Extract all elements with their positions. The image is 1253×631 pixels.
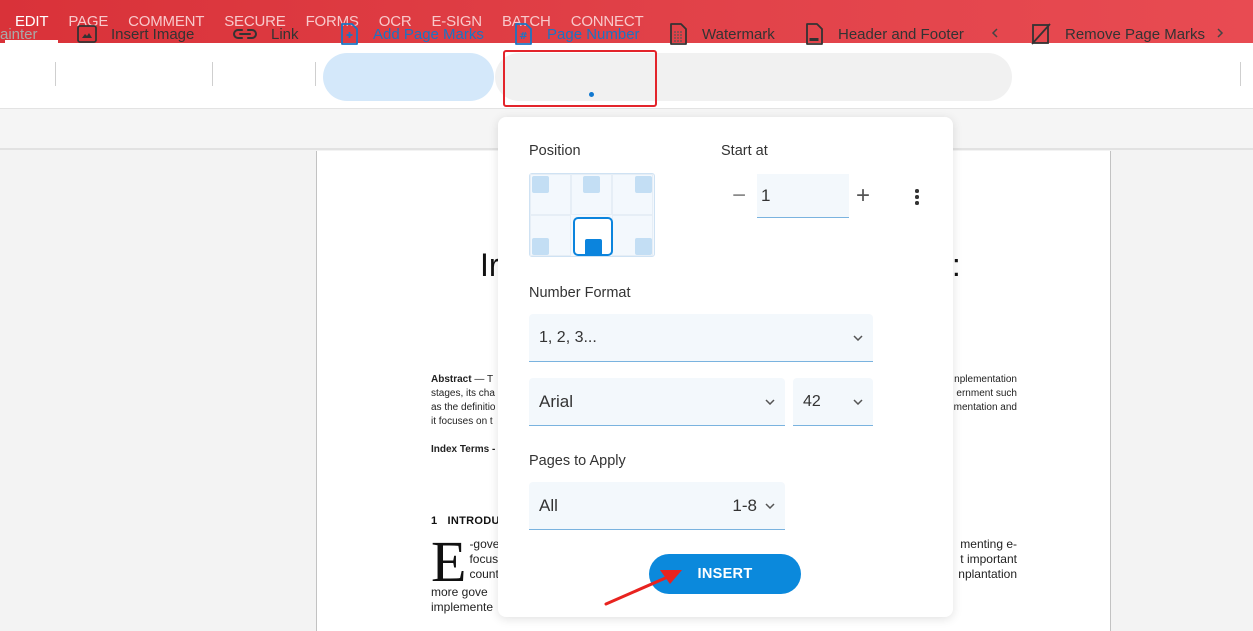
watermark-icon: [667, 23, 689, 45]
format-painter-button[interactable]: ainter: [0, 10, 38, 58]
number-format-label: Number Format: [529, 285, 631, 301]
position-marker: [635, 238, 652, 255]
number-format-value: 1, 2, 3...: [539, 328, 597, 346]
link-label: Link: [271, 25, 299, 43]
number-format-select[interactable]: 1, 2, 3...: [529, 314, 873, 362]
add-page-marks-icon: [338, 23, 360, 45]
position-top-left[interactable]: [530, 174, 571, 215]
page-marks-submenu: [495, 53, 1012, 101]
toolbar-divider: [212, 62, 213, 86]
page-number-icon: #: [512, 23, 534, 45]
svg-text:#: #: [519, 31, 527, 42]
header-footer-button[interactable]: Header and Footer: [803, 10, 964, 58]
index-terms: Index Terms -: [431, 444, 496, 455]
link-icon: [232, 23, 258, 45]
intro-text: nplantation: [958, 567, 1017, 581]
position-marker: [583, 176, 600, 193]
intro-text: -gove: [469, 537, 500, 551]
intro-text: t important: [960, 552, 1017, 566]
toolbar-scroll-right-button[interactable]: [1216, 10, 1224, 58]
header-footer-icon: [803, 23, 825, 45]
abstract-text: stages, its cha: [431, 388, 495, 399]
watermark-label: Watermark: [702, 25, 775, 43]
position-label: Position: [529, 143, 581, 159]
remove-page-marks-label: Remove Page Marks: [1065, 25, 1206, 43]
link-button[interactable]: Link: [232, 10, 299, 58]
position-bottom-right[interactable]: [612, 215, 653, 256]
abstract-text: — T: [474, 374, 494, 385]
chevron-down-icon: [765, 501, 775, 511]
page-number-button[interactable]: # Page Number: [512, 10, 640, 58]
chevron-down-icon: [853, 397, 863, 407]
intro-text: count: [469, 567, 499, 581]
section-title: INTRODU: [447, 515, 500, 527]
abstract-text: as the definitio: [431, 402, 496, 413]
chevron-right-icon: [1216, 26, 1224, 43]
add-page-marks-button[interactable]: Add Page Marks: [338, 10, 484, 58]
position-marker: [532, 238, 549, 255]
abstract-label: Abstract: [431, 374, 472, 385]
chevron-left-icon: [991, 26, 999, 42]
add-page-marks-bg: [323, 53, 494, 101]
active-indicator-dot: [589, 92, 594, 97]
toolbar-divider: [1240, 62, 1241, 86]
document-title-left: Ir: [480, 247, 500, 283]
abstract-text: nplementation: [954, 374, 1017, 385]
font-family-value: Arial: [539, 391, 574, 411]
position-top-right[interactable]: [612, 174, 653, 215]
abstract-text: mentation and: [953, 402, 1017, 413]
font-size-value: 42: [803, 392, 821, 410]
toolbar-divider: [315, 62, 316, 86]
intro-text: focus: [469, 552, 499, 566]
drop-cap: E: [431, 529, 467, 594]
collapse-submenu-button[interactable]: [991, 10, 999, 58]
page-number-popup: Position Start at − + Number Format 1, 2…: [498, 117, 953, 617]
header-footer-label: Header and Footer: [838, 25, 964, 43]
position-top-center[interactable]: [571, 174, 612, 215]
pages-to-apply-select[interactable]: All 1-8: [529, 482, 785, 530]
image-icon: [76, 23, 98, 45]
pages-range: 1-8: [732, 495, 757, 515]
insert-image-button[interactable]: Insert Image: [76, 10, 194, 58]
start-at-label: Start at: [721, 143, 768, 159]
abstract-text: it focuses on t: [431, 416, 493, 427]
add-page-marks-label: Add Page Marks: [373, 25, 484, 43]
more-options-icon[interactable]: [912, 187, 922, 207]
decrement-button[interactable]: −: [732, 184, 746, 208]
position-marker-selected: [585, 239, 602, 254]
insert-image-label: Insert Image: [111, 25, 195, 43]
format-painter-label: ainter: [0, 25, 38, 43]
position-marker: [532, 176, 549, 193]
section-number: 1: [431, 515, 438, 527]
remove-page-marks-button[interactable]: Remove Page Marks: [1030, 10, 1205, 58]
position-marker: [635, 176, 652, 193]
font-size-select[interactable]: 42: [793, 378, 873, 426]
font-family-select[interactable]: Arial: [529, 378, 785, 426]
remove-page-marks-icon: [1030, 23, 1052, 45]
start-at-input[interactable]: [757, 174, 849, 218]
pages-to-apply-label: Pages to Apply: [529, 453, 626, 469]
chevron-down-icon: [765, 397, 775, 407]
increment-button[interactable]: +: [856, 184, 870, 208]
position-bottom-center-selected[interactable]: [573, 217, 613, 256]
position-bottom-left[interactable]: [530, 215, 571, 256]
toolbar-divider: [55, 62, 56, 86]
position-grid: [529, 173, 655, 257]
intro-text: menting e-: [960, 537, 1017, 551]
section-heading: 1 INTRODU: [431, 515, 500, 527]
page-number-label: Page Number: [547, 25, 640, 43]
watermark-button[interactable]: Watermark: [667, 10, 775, 58]
abstract-text: ernment such: [956, 388, 1017, 399]
pages-to-apply-value: All: [539, 495, 558, 515]
chevron-down-icon: [853, 333, 863, 343]
insert-button[interactable]: INSERT: [649, 554, 801, 594]
